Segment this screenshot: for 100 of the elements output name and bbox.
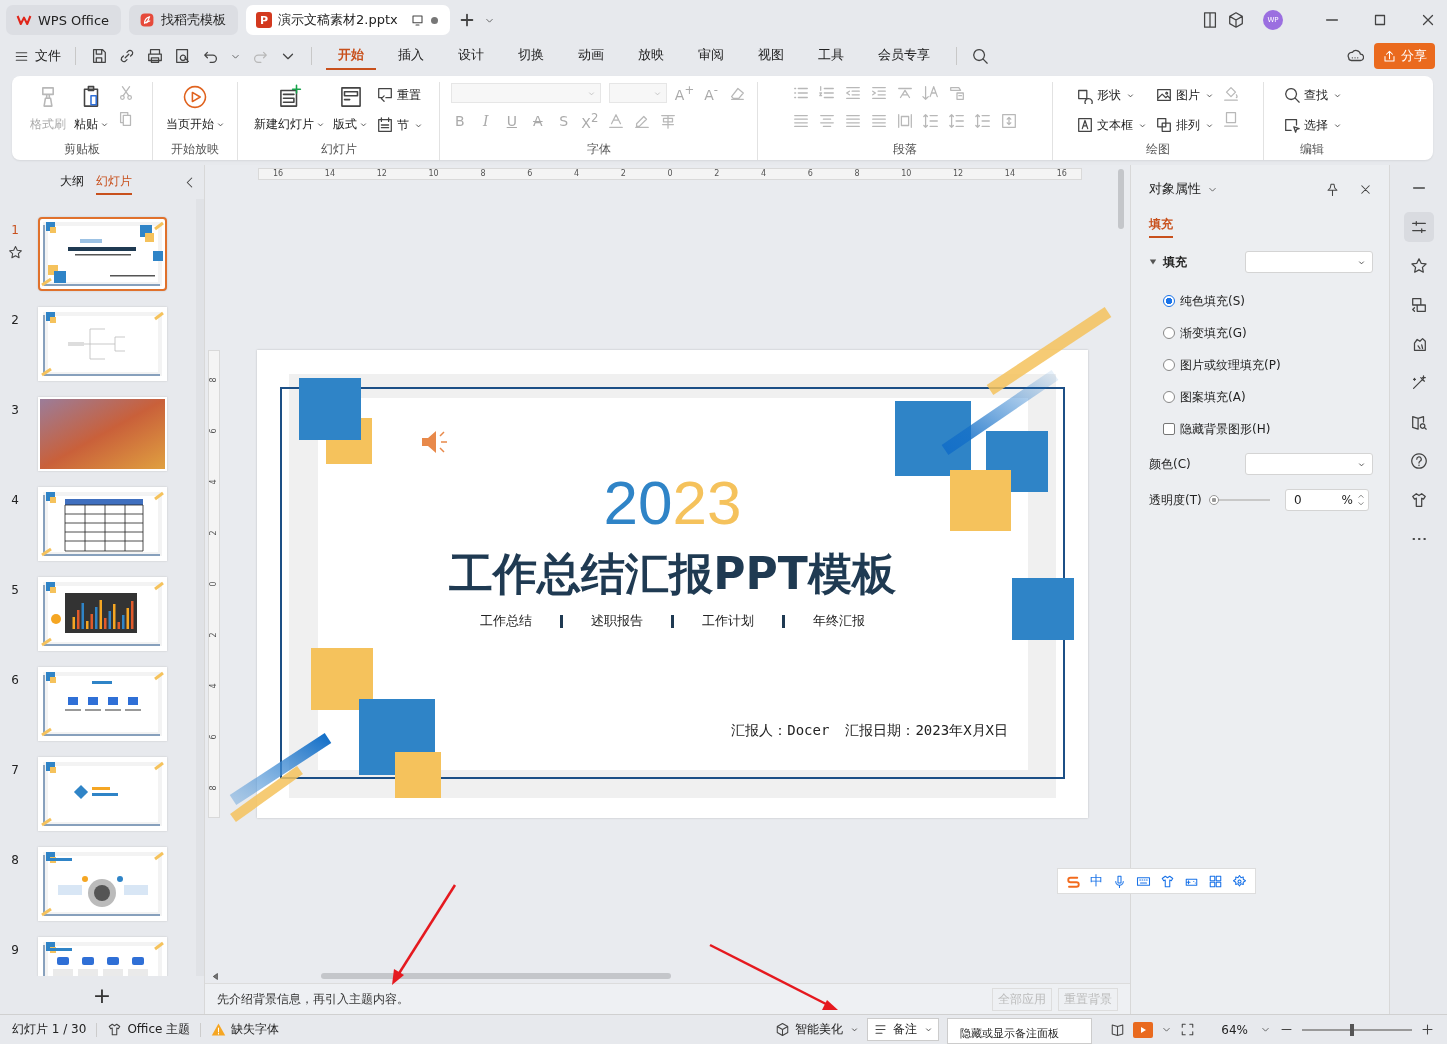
section-button[interactable]: 节: [376, 114, 423, 136]
document-tab[interactable]: P 演示文稿素材2.pptx: [246, 5, 450, 35]
panel-title[interactable]: 对象属性: [1149, 180, 1201, 198]
ribbon-tab[interactable]: 开始: [326, 42, 376, 70]
decor-square: [299, 378, 361, 440]
microphone-icon[interactable]: [1112, 873, 1127, 889]
tablet-icon[interactable]: [1201, 11, 1219, 29]
group-label: 幻灯片: [320, 141, 357, 158]
fill-section-toggle[interactable]: 填充: [1149, 253, 1187, 271]
zoom-slider-thumb[interactable]: [1349, 1023, 1354, 1036]
ribbon-tab[interactable]: 工具: [806, 42, 856, 70]
zoom-in-icon[interactable]: [1420, 1022, 1435, 1037]
theme-button[interactable]: Office 主题: [107, 1021, 191, 1038]
vertical-scrollbar[interactable]: [1118, 169, 1124, 229]
star-icon[interactable]: [1409, 257, 1428, 275]
zoom-level[interactable]: 64%: [1221, 1022, 1248, 1037]
search-icon: [1282, 86, 1301, 104]
fit-to-window-icon[interactable]: [1180, 1022, 1196, 1037]
ruler-number: 2: [714, 169, 720, 179]
radio-button[interactable]: [1163, 391, 1175, 403]
notes-text[interactable]: 先介绍背景信息，再引入主题内容。: [217, 990, 409, 1008]
print-preview-icon[interactable]: [174, 47, 192, 65]
radio-button[interactable]: [1163, 327, 1175, 339]
fill-option[interactable]: 渐变填充(G): [1163, 324, 1373, 342]
pin-icon[interactable]: [1325, 181, 1340, 197]
swap-icon[interactable]: [1409, 296, 1428, 314]
ruler-number: 10: [428, 169, 439, 179]
ribbon-tab[interactable]: 插入: [386, 42, 436, 70]
group-label: 开始放映: [171, 141, 219, 158]
add-slide-button[interactable]: +: [0, 976, 204, 1014]
slider-thumb[interactable]: [1209, 495, 1219, 505]
fill-option[interactable]: 图片或纹理填充(P): [1163, 356, 1373, 374]
ribbon-tab[interactable]: 动画: [566, 42, 616, 70]
hide-background-option[interactable]: 隐藏背景图形(H): [1163, 420, 1373, 438]
select-button[interactable]: 选择: [1282, 114, 1342, 136]
caret-icon: [359, 120, 368, 129]
ruler-number: 16: [273, 169, 284, 179]
document-tab[interactable]: WPS Office: [6, 5, 122, 35]
panel-tab[interactable]: 大纲: [60, 169, 84, 195]
checkbox[interactable]: [1163, 423, 1175, 435]
shape-button[interactable]: 形状: [1076, 84, 1147, 106]
paste-button[interactable]: 粘贴: [73, 82, 109, 133]
monitor-icon[interactable]: [409, 12, 425, 28]
share-icon: [1382, 48, 1397, 64]
book-search-icon[interactable]: [1409, 413, 1428, 431]
picture-button[interactable]: 图片: [1155, 84, 1214, 106]
help-icon[interactable]: [1409, 452, 1428, 470]
arrange-button[interactable]: 排列: [1155, 114, 1214, 136]
cube-icon[interactable]: [1227, 11, 1245, 29]
slide-counter[interactable]: 幻灯片 1 / 30: [12, 1021, 87, 1038]
play-icon: [182, 84, 208, 110]
ribbon-tab[interactable]: 会员专享: [866, 42, 942, 70]
speaker-icon[interactable]: [420, 428, 450, 456]
slide-subtitle: 工作计划: [702, 612, 754, 630]
shirt-icon[interactable]: [1409, 491, 1428, 509]
missing-fonts-button[interactable]: 缺失字体: [211, 1021, 280, 1038]
ribbon-tab[interactable]: 审阅: [686, 42, 736, 70]
color-dropdown[interactable]: [1245, 453, 1373, 475]
slide-number: 9: [11, 943, 19, 957]
slide-year: 2023: [603, 468, 742, 538]
radio-button[interactable]: [1163, 295, 1175, 307]
ruler-number: 12: [376, 169, 387, 179]
properties-panel-button[interactable]: [1403, 212, 1434, 242]
print-icon[interactable]: [146, 47, 164, 65]
fill-option[interactable]: 纯色填充(S): [1163, 292, 1373, 310]
slide-canvas[interactable]: 2023 工作总结汇报PPT模板 工作总结 述职报告 工作计划 年终汇报 汇报人：Docer 汇报日期：2023年X月X日: [257, 350, 1088, 818]
slide-title: 工作总结汇报PPT模板: [449, 547, 896, 601]
fill-option[interactable]: 图案填充(A): [1163, 388, 1373, 406]
play-from-current-button[interactable]: 当页开始: [165, 82, 225, 133]
notes-button[interactable]: 备注: [867, 1018, 940, 1041]
reset-button[interactable]: 重置: [376, 84, 423, 106]
scroll-left-icon[interactable]: [210, 970, 221, 982]
ribbon-tab[interactable]: 视图: [746, 42, 796, 70]
new-slide-button[interactable]: 新建幻灯片: [254, 82, 325, 133]
radio-button[interactable]: [1163, 359, 1175, 371]
layout-button[interactable]: 版式: [333, 82, 368, 133]
textbox-button[interactable]: 文本框: [1076, 114, 1147, 136]
search-icon[interactable]: [971, 47, 989, 65]
reading-view-icon[interactable]: [1110, 1022, 1126, 1037]
link-icon[interactable]: [118, 47, 136, 65]
save-icon[interactable]: [90, 47, 108, 65]
file-menu-button[interactable]: 文件: [14, 47, 61, 65]
grid-icon[interactable]: [1208, 873, 1223, 889]
shirt-icon[interactable]: [1160, 873, 1175, 889]
transparency-input[interactable]: 0 %: [1285, 489, 1369, 511]
ribbon-tab[interactable]: 切换: [506, 42, 556, 70]
slideshow-button[interactable]: [1133, 1021, 1154, 1038]
property-tab[interactable]: 填充: [1149, 213, 1173, 238]
smart-beautify-button[interactable]: 智能美化: [775, 1021, 860, 1038]
settings-icon[interactable]: [1232, 873, 1247, 889]
ribbon-tab[interactable]: 设计: [446, 42, 496, 70]
horizontal-scrollbar[interactable]: [321, 973, 671, 979]
input-mode-label[interactable]: 中: [1090, 872, 1103, 890]
ribbon-tab[interactable]: 放映: [626, 42, 676, 70]
find-button[interactable]: 查找: [1282, 84, 1342, 106]
star-icon[interactable]: [7, 245, 23, 260]
document-tab[interactable]: 找稻壳模板: [129, 5, 239, 35]
shirt-icon: [107, 1022, 123, 1037]
panel-tab[interactable]: 幻灯片: [96, 169, 132, 195]
separator-bar: [671, 614, 674, 628]
